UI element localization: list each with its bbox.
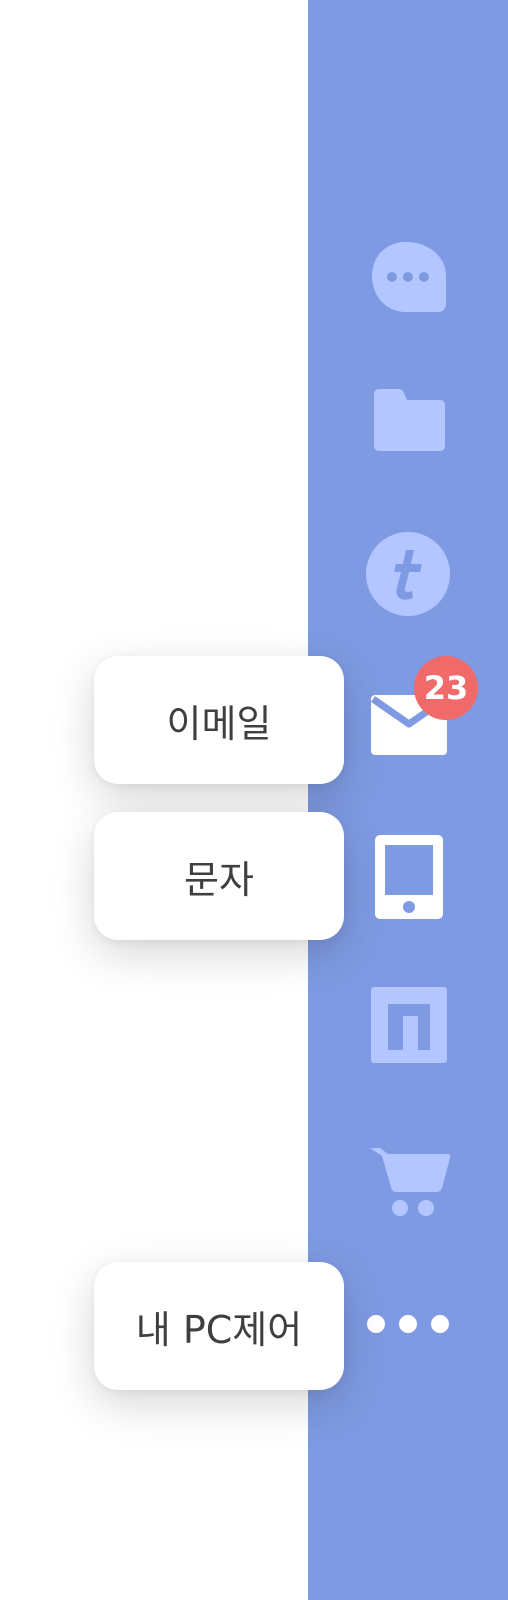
folder-icon[interactable] xyxy=(372,388,446,452)
email-tooltip: 이메일 xyxy=(94,656,344,784)
tistory-icon[interactable] xyxy=(366,532,450,616)
chat-bubble-icon[interactable] xyxy=(370,240,448,314)
tablet-icon[interactable] xyxy=(374,834,444,920)
n-square-icon[interactable] xyxy=(370,986,448,1064)
unread-count-badge: 23 xyxy=(414,656,478,720)
cart-icon[interactable] xyxy=(366,1140,452,1218)
sms-tooltip: 문자 xyxy=(94,812,344,940)
pc-control-tooltip: 내 PC제어 xyxy=(94,1262,344,1390)
more-icon[interactable] xyxy=(364,1312,454,1336)
